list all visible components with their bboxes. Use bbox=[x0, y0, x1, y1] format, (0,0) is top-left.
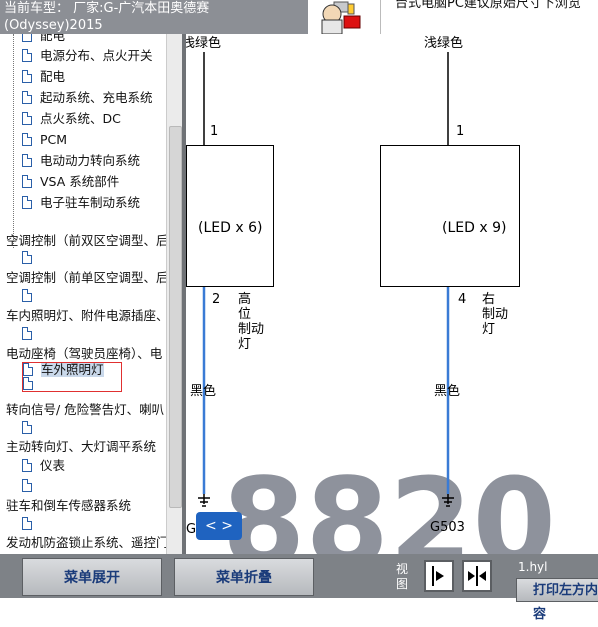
tree-leaf[interactable] bbox=[22, 418, 40, 438]
right-brake-light-box bbox=[380, 145, 520, 287]
right-wire-color-bottom: 黑色 bbox=[434, 384, 461, 399]
tree-item[interactable]: VSA 系统部件 bbox=[22, 172, 119, 192]
document-icon bbox=[22, 70, 32, 83]
tree-leaf[interactable] bbox=[22, 476, 40, 496]
document-icon bbox=[22, 251, 32, 264]
mascot-logo bbox=[308, 0, 378, 35]
tree-item[interactable]: 电源分布、点火开关 bbox=[22, 46, 153, 66]
tree-item[interactable]: 点火系统、DC bbox=[22, 109, 121, 129]
tree-item[interactable]: 仪表 bbox=[22, 456, 65, 476]
tree-item[interactable]: 转向信号/ 危险警告灯、喇叭 bbox=[6, 400, 164, 420]
document-icon bbox=[22, 327, 32, 340]
menu-tree[interactable]: 配电 电源分布、点火开关 配电 起动系统、充电系统 点火系统、DC PCM 电动… bbox=[0, 34, 166, 554]
document-icon bbox=[22, 517, 32, 530]
tree-item[interactable]: 电动座椅（驾驶员座椅）、电 bbox=[6, 344, 162, 364]
vehicle-model: (Odyssey)2015 bbox=[4, 18, 103, 33]
document-icon bbox=[22, 133, 32, 146]
left-component-name: 高位制动灯 bbox=[238, 292, 265, 352]
tree-leaf[interactable] bbox=[22, 514, 40, 534]
tree-item[interactable]: 发动机防盗锁止系统、遥控门 bbox=[6, 533, 166, 553]
document-icon bbox=[22, 421, 32, 434]
document-icon bbox=[22, 34, 32, 42]
print-left-content-button[interactable]: 打印左方内容 bbox=[516, 578, 598, 622]
document-icon bbox=[22, 49, 32, 62]
tree-leaf[interactable] bbox=[22, 324, 40, 344]
file-name-label: 1.hyl bbox=[518, 560, 548, 574]
left-wire-color-top: 浅绿色 bbox=[186, 36, 222, 51]
high-brake-light-box bbox=[186, 145, 274, 287]
collapse-menu-button[interactable]: 菜单折叠 bbox=[174, 558, 314, 596]
left-pin-top: 1 bbox=[210, 124, 219, 139]
left-wire-color-bottom: 黑色 bbox=[190, 384, 217, 399]
page-nav-button[interactable]: < > bbox=[196, 512, 242, 540]
tree-leaf[interactable] bbox=[22, 248, 40, 268]
right-pin-bottom: 4 bbox=[458, 292, 467, 307]
split-arrows-icon bbox=[468, 566, 486, 586]
tree-item[interactable]: 电动动力转向系统 bbox=[22, 151, 140, 171]
document-icon bbox=[22, 479, 32, 492]
vehicle-title: 当前车型： 厂家:G-广汽本田奥德赛 bbox=[4, 1, 210, 16]
tree-item[interactable]: 空调控制（前单区空调型、后 bbox=[6, 268, 166, 288]
right-wire-color-top: 浅绿色 bbox=[424, 36, 464, 51]
tree-item[interactable]: PCM bbox=[22, 130, 67, 150]
display-tip: 台式电脑PC建议原始尺寸下浏览 bbox=[380, 0, 598, 34]
vehicle-header: 当前车型： 厂家:G-广汽本田奥德赛 (Odyssey)2015 bbox=[0, 0, 310, 34]
view-single-button[interactable] bbox=[424, 560, 454, 592]
display-tip-text: 台式电脑PC建议原始尺寸下浏览 bbox=[395, 0, 581, 11]
tree-item[interactable]: 主动转向灯、大灯调平系统 bbox=[6, 437, 156, 457]
tree-item[interactable]: 配电 bbox=[22, 34, 65, 46]
left-ground-label: G bbox=[186, 522, 197, 537]
view-label: 视图 bbox=[396, 562, 409, 591]
right-pin-top: 1 bbox=[456, 124, 465, 139]
right-ground-label: G503 bbox=[430, 520, 465, 535]
wiring-diagram: 8820 浅绿色 1 (LED x 6) 2 高位制动灯 黑色 G 浅绿色 1 … bbox=[186, 34, 598, 554]
document-icon bbox=[22, 289, 32, 302]
tree-item[interactable]: 车内照明灯、附件电源插座、 bbox=[6, 306, 166, 326]
expand-menu-button[interactable]: 菜单展开 bbox=[22, 558, 162, 596]
document-icon bbox=[22, 459, 32, 472]
arrow-right-icon bbox=[432, 566, 444, 586]
view-split-button[interactable] bbox=[462, 560, 492, 592]
document-icon bbox=[23, 377, 33, 390]
right-led-label: (LED x 9) bbox=[442, 220, 507, 236]
tree-scrollbar[interactable] bbox=[166, 34, 183, 554]
right-component-name: 右制动灯 bbox=[482, 292, 509, 337]
tree-item-selected[interactable]: 车外照明灯 bbox=[22, 362, 122, 392]
tree-item[interactable]: 驻车和倒车传感器系统 bbox=[6, 496, 131, 516]
left-led-label: (LED x 6) bbox=[198, 220, 263, 236]
document-icon bbox=[22, 175, 32, 188]
left-pin-bottom: 2 bbox=[212, 292, 221, 307]
tree-item[interactable]: 起动系统、充电系统 bbox=[22, 88, 153, 108]
tree-item[interactable]: 电子驻车制动系统 bbox=[22, 193, 140, 213]
document-icon bbox=[23, 363, 33, 376]
tree-item[interactable]: 配电 bbox=[22, 67, 65, 87]
document-icon bbox=[22, 196, 32, 209]
document-icon bbox=[22, 112, 32, 125]
tree-leaf[interactable] bbox=[22, 286, 40, 306]
document-icon bbox=[22, 154, 32, 167]
tree-connector bbox=[13, 34, 14, 248]
bottom-toolbar: 菜单展开 菜单折叠 视图 1.hyl 打印左方内容 bbox=[0, 554, 598, 622]
document-icon bbox=[22, 91, 32, 104]
scrollbar-thumb[interactable] bbox=[169, 126, 182, 508]
